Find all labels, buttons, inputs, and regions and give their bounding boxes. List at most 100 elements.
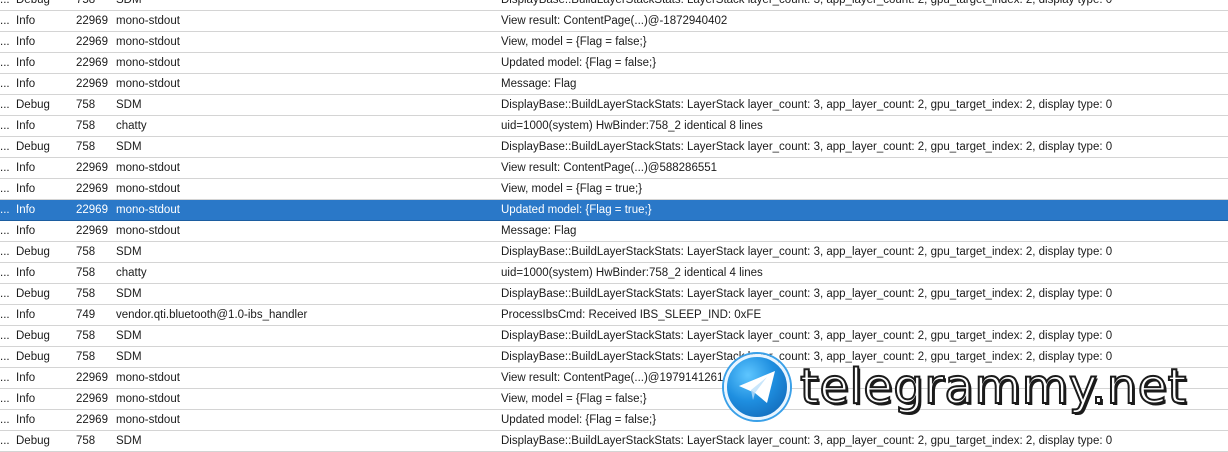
level-cell: Debug — [16, 0, 50, 6]
pid-cell: 758 — [76, 120, 96, 132]
time-cell: ... — [0, 288, 10, 300]
table-row[interactable]: ... Debug 758 SDM DisplayBase::BuildLayerSta… — [0, 95, 1228, 116]
message-cell: Updated model: {Flag = false;} — [501, 414, 657, 426]
table-row[interactable]: ... Debug 758 SDM DisplayBase::BuildLayerSta… — [0, 347, 1228, 368]
level-cell: Info — [16, 225, 36, 237]
message-cell: uid=1000(system) HwBinder:758_2 identica… — [501, 267, 763, 279]
time-cell: ... — [0, 99, 10, 111]
table-row[interactable]: ... Info 758 chatty uid=1000(system) HwBinde… — [0, 263, 1228, 284]
level-cell: Debug — [16, 246, 50, 258]
pid-cell: 758 — [76, 288, 96, 300]
table-row[interactable]: ... Debug 758 SDM DisplayBase::BuildLayerSta… — [0, 326, 1228, 347]
message-cell: View, model = {Flag = true;} — [501, 183, 643, 195]
level-cell: Info — [16, 36, 36, 48]
message-cell: DisplayBase::BuildLayerStackStats: Layer… — [501, 246, 1113, 258]
pid-cell: 758 — [76, 435, 96, 447]
time-cell: ... — [0, 162, 10, 174]
table-row[interactable]: ... Debug 758 SDM DisplayBase::BuildLayerSta… — [0, 284, 1228, 305]
level-cell: Debug — [16, 435, 50, 447]
log-grid[interactable]: ... Debug 758 SDM DisplayBase::BuildLayerSta… — [0, 0, 1228, 452]
tag-cell: mono-stdout — [116, 162, 180, 174]
level-cell: Info — [16, 267, 36, 279]
time-cell: ... — [0, 414, 10, 426]
pid-cell: 749 — [76, 309, 96, 321]
level-cell: Info — [16, 372, 36, 384]
table-row[interactable]: ... Debug 758 SDM DisplayBase::BuildLayerSta… — [0, 431, 1228, 452]
table-row[interactable]: ... Debug 758 SDM DisplayBase::BuildLayerSta… — [0, 137, 1228, 158]
tag-cell: mono-stdout — [116, 372, 180, 384]
message-cell: uid=1000(system) HwBinder:758_2 identica… — [501, 120, 763, 132]
tag-cell: SDM — [116, 246, 142, 258]
table-row[interactable]: ... Info 22969 mono-stdout View, model = {Fl… — [0, 32, 1228, 53]
message-cell: DisplayBase::BuildLayerStackStats: Layer… — [501, 0, 1113, 6]
level-cell: Debug — [16, 99, 50, 111]
level-cell: Debug — [16, 351, 50, 363]
message-cell: Updated model: {Flag = true;} — [501, 204, 652, 216]
level-cell: Info — [16, 15, 36, 27]
pid-cell: 22969 — [76, 393, 108, 405]
time-cell: ... — [0, 309, 10, 321]
message-cell: DisplayBase::BuildLayerStackStats: Layer… — [501, 330, 1113, 342]
table-row[interactable]: ... Info 22969 mono-stdout Message: Flag — [0, 221, 1228, 242]
tag-cell: mono-stdout — [116, 57, 180, 69]
table-row[interactable]: ... Info 22969 mono-stdout Updated model: {F… — [0, 410, 1228, 431]
table-row[interactable]: ... Info 22969 mono-stdout Message: Flag — [0, 74, 1228, 95]
time-cell: ... — [0, 57, 10, 69]
level-cell: Info — [16, 78, 36, 90]
pid-cell: 758 — [76, 351, 96, 363]
tag-cell: SDM — [116, 330, 142, 342]
time-cell: ... — [0, 435, 10, 447]
table-row[interactable]: ... Debug 758 SDM DisplayBase::BuildLayerSta… — [0, 242, 1228, 263]
level-cell: Debug — [16, 330, 50, 342]
tag-cell: mono-stdout — [116, 78, 180, 90]
tag-cell: SDM — [116, 141, 142, 153]
level-cell: Info — [16, 393, 36, 405]
message-cell: DisplayBase::BuildLayerStackStats: Layer… — [501, 141, 1113, 153]
table-row[interactable]: ... Info 758 chatty uid=1000(system) HwBinde… — [0, 116, 1228, 137]
table-row[interactable]: ... Info 749 vendor.qti.bluetooth@1.0-ibs_h… — [0, 305, 1228, 326]
time-cell: ... — [0, 15, 10, 27]
message-cell: DisplayBase::BuildLayerStackStats: Layer… — [501, 351, 1113, 363]
tag-cell: mono-stdout — [116, 414, 180, 426]
message-cell: ProcessIbsCmd: Received IBS_SLEEP_IND: 0… — [501, 309, 762, 321]
pid-cell: 22969 — [76, 183, 108, 195]
level-cell: Info — [16, 414, 36, 426]
level-cell: Info — [16, 204, 36, 216]
table-row[interactable]: ... Info 22969 mono-stdout View, model = {Fl… — [0, 389, 1228, 410]
pid-cell: 22969 — [76, 372, 108, 384]
time-cell: ... — [0, 330, 10, 342]
level-cell: Info — [16, 162, 36, 174]
table-row[interactable]: ... Info 22969 mono-stdout View result: Cont… — [0, 158, 1228, 179]
message-cell: View result: ContentPage(...)@-187294040… — [501, 15, 728, 27]
tag-cell: SDM — [116, 0, 142, 6]
time-cell: ... — [0, 351, 10, 363]
message-cell: DisplayBase::BuildLayerStackStats: Layer… — [501, 288, 1113, 300]
message-cell: DisplayBase::BuildLayerStackStats: Layer… — [501, 435, 1113, 447]
message-cell: DisplayBase::BuildLayerStackStats: Layer… — [501, 99, 1113, 111]
table-row[interactable]: ... Info 22969 mono-stdout Updated model: {F… — [0, 53, 1228, 74]
message-cell: Message: Flag — [501, 225, 577, 237]
time-cell: ... — [0, 267, 10, 279]
tag-cell: mono-stdout — [116, 225, 180, 237]
table-row[interactable]: ... Info 22969 mono-stdout View result: Cont… — [0, 368, 1228, 389]
tag-cell: mono-stdout — [116, 393, 180, 405]
pid-cell: 22969 — [76, 57, 108, 69]
tag-cell: chatty — [116, 120, 147, 132]
pid-cell: 758 — [76, 246, 96, 258]
table-row[interactable]: ... Info 22969 mono-stdout View, model = {Fl… — [0, 179, 1228, 200]
time-cell: ... — [0, 36, 10, 48]
level-cell: Debug — [16, 141, 50, 153]
time-cell: ... — [0, 204, 10, 216]
tag-cell: SDM — [116, 288, 142, 300]
level-cell: Info — [16, 183, 36, 195]
pid-cell: 22969 — [76, 15, 108, 27]
table-row[interactable]: ... Info 22969 mono-stdout View result: Cont… — [0, 11, 1228, 32]
time-cell: ... — [0, 393, 10, 405]
table-row[interactable]: ... Debug 758 SDM DisplayBase::BuildLayerSta… — [0, 0, 1228, 11]
message-cell: Updated model: {Flag = false;} — [501, 57, 657, 69]
level-cell: Info — [16, 309, 36, 321]
pid-cell: 22969 — [76, 225, 108, 237]
message-cell: View result: ContentPage(...)@588286551 — [501, 162, 718, 174]
message-cell: View result: ContentPage(...)@1979141261 — [501, 372, 724, 384]
table-row-selected[interactable]: ... Info 22969 mono-stdout Updated model: {F… — [0, 200, 1228, 221]
